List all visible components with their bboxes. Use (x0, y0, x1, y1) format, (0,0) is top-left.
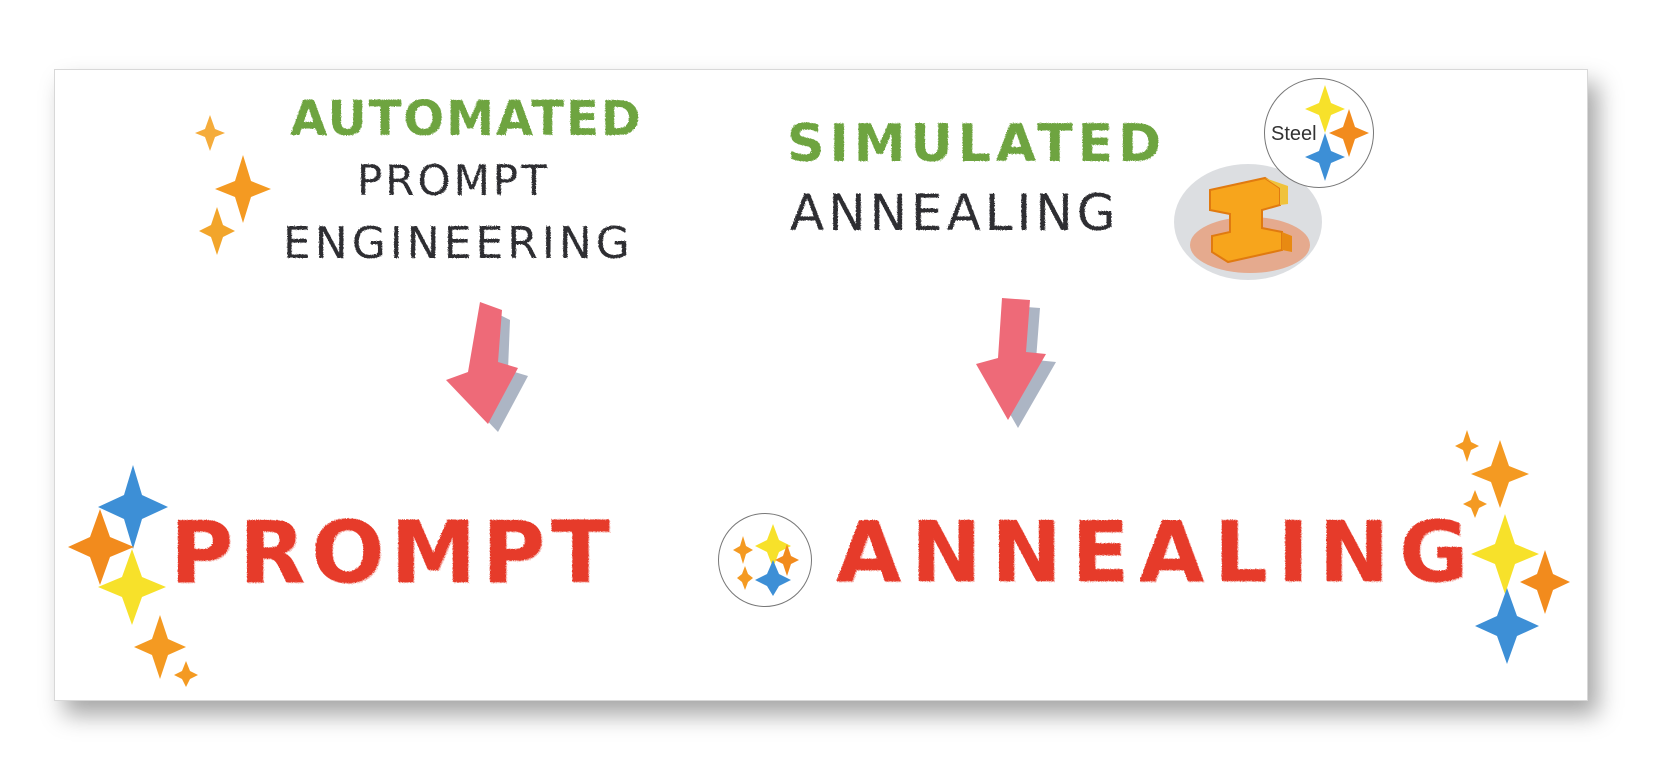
steel-logo-icon: Steel (1264, 78, 1374, 188)
sparkle-icon (195, 115, 271, 255)
simulated-label: SIMULATED (787, 114, 1167, 174)
arrow-down-icon (446, 302, 528, 432)
prompt-label: PROMPT (357, 156, 550, 205)
steel-logo-icon (718, 513, 812, 607)
engineering-label: ENGINEERING (283, 218, 634, 269)
prompt-word: PROMPT (170, 503, 616, 603)
automated-label: AUTOMATED (290, 91, 643, 147)
arrow-down-icon (976, 298, 1056, 428)
annealing-label: ANNEALING (790, 184, 1120, 242)
sparkle-icon (1455, 430, 1570, 664)
annealing-word: ANNEALING (836, 503, 1479, 601)
